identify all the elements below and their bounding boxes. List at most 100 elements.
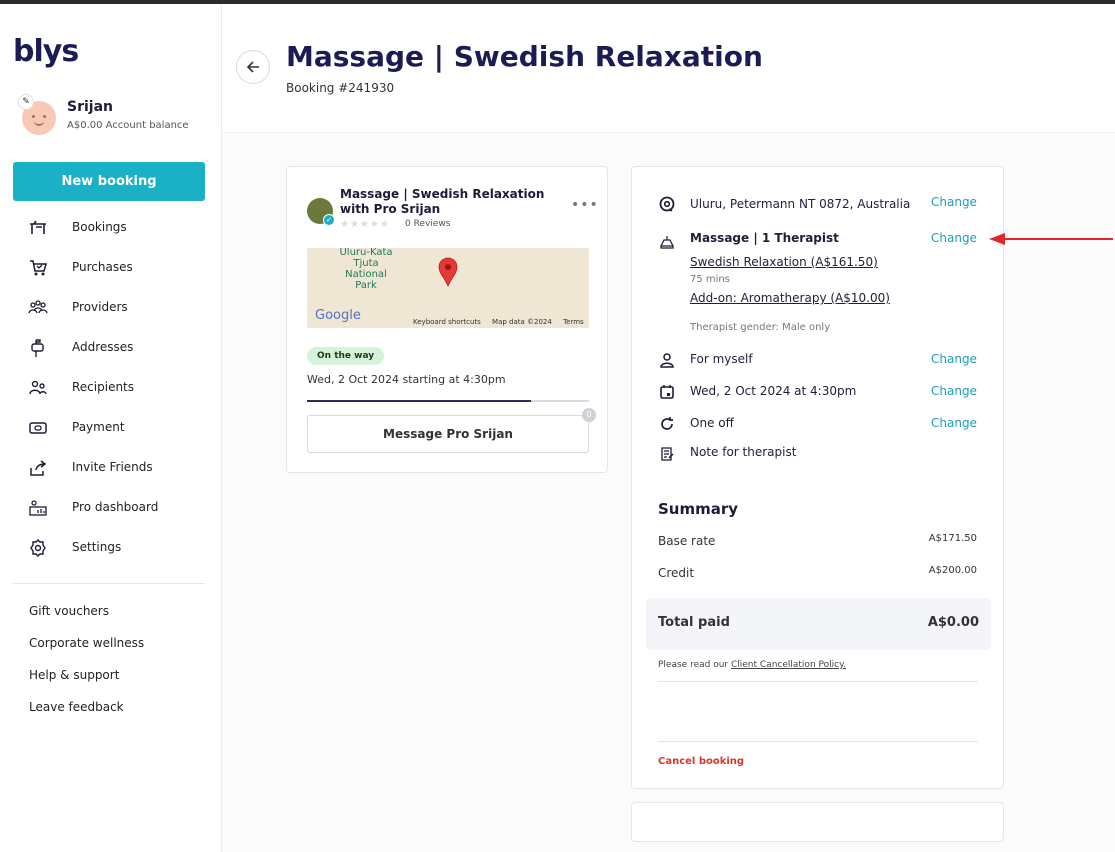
calendar-icon bbox=[660, 385, 674, 399]
addon-link[interactable]: Add-on: Aromatherapy (A$10.00) bbox=[690, 291, 890, 305]
share-icon bbox=[30, 460, 47, 476]
back-button[interactable] bbox=[236, 50, 270, 84]
message-pro-button[interactable]: Message Pro Srijan bbox=[307, 415, 589, 453]
verified-icon: ✓ bbox=[323, 214, 335, 226]
massage-table-icon bbox=[30, 220, 46, 234]
mailbox-icon bbox=[31, 339, 44, 357]
service-value: Massage | 1 Therapist bbox=[690, 231, 839, 245]
sidebar-item-label: Bookings bbox=[72, 220, 127, 234]
sidebar-nav: Bookings Purchases Providers Addresses R… bbox=[0, 208, 221, 568]
avatar-eye bbox=[43, 115, 46, 118]
total-paid-box: Total paid A$0.00 bbox=[646, 598, 991, 650]
address-value: Uluru, Petermann NT 0872, Australia bbox=[690, 197, 911, 211]
change-address-link[interactable]: Change bbox=[931, 195, 977, 209]
gear-icon bbox=[30, 539, 46, 557]
sidebar-links: Gift vouchers Corporate wellness Help & … bbox=[29, 604, 144, 732]
star-rating: ★★★★★ bbox=[340, 219, 390, 230]
base-rate-label: Base rate bbox=[658, 534, 716, 548]
frequency-value: One off bbox=[690, 416, 734, 430]
gift-vouchers-link[interactable]: Gift vouchers bbox=[29, 604, 144, 636]
recipients-icon bbox=[29, 380, 47, 395]
summary-divider bbox=[658, 681, 978, 682]
summary-divider bbox=[658, 741, 978, 742]
keyboard-shortcuts-link[interactable]: Keyboard shortcuts bbox=[413, 318, 481, 326]
more-options-icon[interactable]: ••• bbox=[571, 197, 599, 213]
person-icon bbox=[660, 353, 674, 368]
total-paid-value: A$0.00 bbox=[927, 615, 979, 630]
sidebar-item-label: Purchases bbox=[72, 260, 133, 274]
sidebar-item-purchases[interactable]: Purchases bbox=[0, 248, 221, 288]
avatar-eye bbox=[32, 115, 35, 118]
leave-feedback-link[interactable]: Leave feedback bbox=[29, 700, 144, 732]
change-service-link[interactable]: Change bbox=[931, 231, 977, 245]
sidebar-item-providers[interactable]: Providers bbox=[0, 288, 221, 328]
summary-title: Summary bbox=[658, 500, 739, 518]
avatar-mouth bbox=[34, 121, 44, 126]
new-booking-button[interactable]: New booking bbox=[13, 162, 205, 201]
booking-details-card: Uluru, Petermann NT 0872, Australia Chan… bbox=[631, 166, 1004, 789]
page-title: Massage | Swedish Relaxation bbox=[286, 40, 763, 73]
sidebar-divider bbox=[13, 583, 205, 584]
location-map[interactable]: Uluru-Kata Tjuta National Park Google Ke… bbox=[307, 248, 589, 328]
terms-link[interactable]: Terms bbox=[563, 318, 584, 326]
blys-logo[interactable]: blys bbox=[13, 34, 79, 69]
dashboard-icon bbox=[29, 500, 47, 516]
progress-bar bbox=[307, 400, 589, 402]
duration-value: 75 mins bbox=[690, 274, 730, 285]
pro-card: ✓ Massage | Swedish Relaxation with Pro … bbox=[286, 166, 608, 473]
sidebar-item-recipients[interactable]: Recipients bbox=[0, 368, 221, 408]
account-balance: A$0.00 Account balance bbox=[67, 120, 189, 131]
message-count-badge: 0 bbox=[582, 408, 596, 422]
cart-icon bbox=[30, 260, 47, 276]
secondary-card bbox=[631, 802, 1004, 842]
repeat-icon bbox=[661, 417, 673, 430]
booking-number: Booking #241930 bbox=[286, 81, 395, 95]
location-icon bbox=[659, 196, 675, 212]
cancellation-policy-text: Please read our Client Cancellation Poli… bbox=[658, 660, 846, 670]
sidebar-item-label: Invite Friends bbox=[72, 460, 153, 474]
note-for-therapist[interactable]: Note for therapist bbox=[690, 445, 796, 459]
cancellation-policy-link[interactable]: Client Cancellation Policy. bbox=[731, 660, 846, 670]
change-recipient-link[interactable]: Change bbox=[931, 352, 977, 366]
sidebar-item-settings[interactable]: Settings bbox=[0, 528, 221, 568]
pro-booking-title: Massage | Swedish Relaxation with Pro Sr… bbox=[340, 187, 545, 216]
sidebar-item-bookings[interactable]: Bookings bbox=[0, 208, 221, 248]
progress-bar-fill bbox=[307, 400, 532, 402]
sidebar-item-pro-dashboard[interactable]: Pro dashboard bbox=[0, 488, 221, 528]
map-footer: Keyboard shortcuts Map data ©2024 Terms bbox=[413, 318, 589, 326]
booking-start-time: Wed, 2 Oct 2024 starting at 4:30pm bbox=[307, 373, 506, 386]
google-logo: Google bbox=[315, 308, 361, 323]
sidebar-item-invite-friends[interactable]: Invite Friends bbox=[0, 448, 221, 488]
sidebar: blys ✎ Srijan A$0.00 Account balance New… bbox=[0, 4, 222, 852]
treatment-link[interactable]: Swedish Relaxation (A$161.50) bbox=[690, 255, 878, 269]
sidebar-item-label: Payment bbox=[72, 420, 125, 434]
page-header: Massage | Swedish Relaxation Booking #24… bbox=[222, 4, 1115, 133]
base-rate-value: A$171.50 bbox=[928, 533, 977, 544]
credit-label: Credit bbox=[658, 566, 695, 580]
note-icon bbox=[661, 447, 674, 461]
help-support-link[interactable]: Help & support bbox=[29, 668, 144, 700]
providers-icon bbox=[28, 300, 48, 314]
recipient-value: For myself bbox=[690, 352, 753, 366]
sidebar-item-payment[interactable]: Payment bbox=[0, 408, 221, 448]
massage-icon bbox=[660, 236, 674, 249]
corporate-wellness-link[interactable]: Corporate wellness bbox=[29, 636, 144, 668]
total-paid-label: Total paid bbox=[658, 615, 730, 630]
pencil-icon[interactable]: ✎ bbox=[18, 94, 34, 110]
sidebar-item-label: Pro dashboard bbox=[72, 500, 159, 514]
reviews-count[interactable]: 0 Reviews bbox=[405, 219, 450, 229]
change-frequency-link[interactable]: Change bbox=[931, 416, 977, 430]
arrow-left-icon bbox=[246, 61, 259, 73]
map-pin-icon bbox=[438, 257, 458, 287]
annotation-arrow-icon bbox=[989, 233, 1113, 245]
map-place-label: Uluru-Kata Tjuta National Park bbox=[339, 248, 393, 291]
map-data-label: Map data ©2024 bbox=[492, 318, 552, 326]
credit-value: A$200.00 bbox=[928, 565, 977, 576]
cancel-booking-link[interactable]: Cancel booking bbox=[658, 756, 744, 767]
sidebar-item-addresses[interactable]: Addresses bbox=[0, 328, 221, 368]
sidebar-item-label: Recipients bbox=[72, 380, 135, 394]
change-date-link[interactable]: Change bbox=[931, 384, 977, 398]
payment-icon bbox=[29, 422, 47, 434]
sidebar-item-label: Addresses bbox=[72, 340, 134, 354]
status-badge: On the way bbox=[307, 347, 385, 365]
